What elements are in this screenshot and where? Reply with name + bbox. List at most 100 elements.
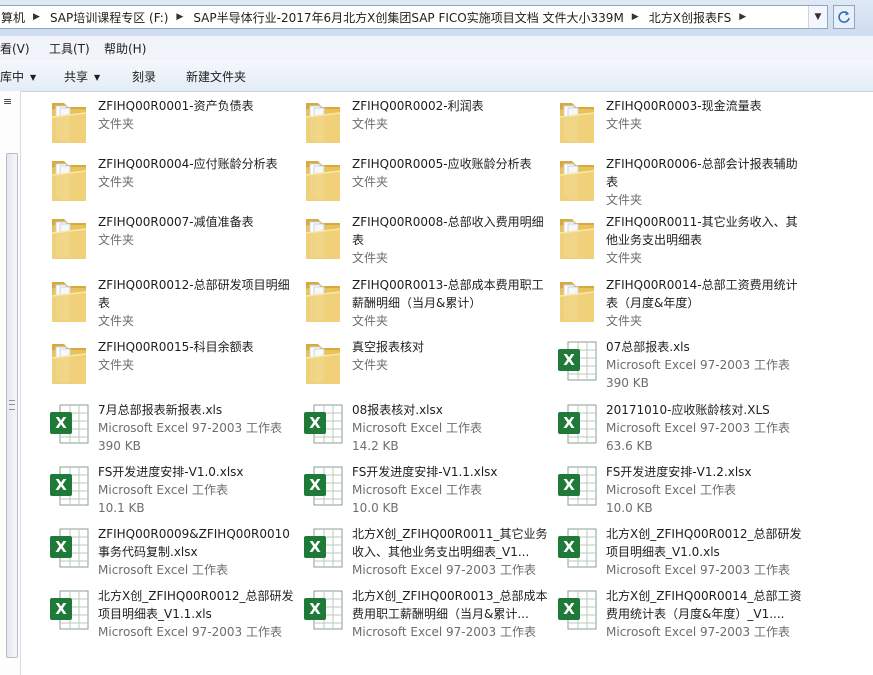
excel-icon: X [554,338,602,386]
excel-icon: X [46,525,94,573]
folder-item[interactable]: ZFIHQ00R0003-现金流量表 文件夹 [554,97,804,155]
file-name: ZFIHQ00R0008-总部收入费用明细表 [352,215,544,247]
excel-file-item[interactable]: X FS开发进度安排-V1.2.xlsx Microsoft Excel 工作表 10… [554,463,804,521]
file-type: Microsoft Excel 工作表 [98,483,229,497]
excel-icon: X [46,463,94,511]
excel-file-item[interactable]: X 08报表核对.xlsx Microsoft Excel 工作表 14.2 KB [300,401,550,459]
folder-icon [46,155,94,203]
breadcrumb-computer[interactable]: 算机 [0,9,27,26]
excel-icon: X [300,401,348,449]
file-type: Microsoft Excel 97-2003 工作表 [352,563,536,577]
folder-icon [46,338,94,386]
file-type: 文件夹 [352,358,389,372]
folder-item[interactable]: ZFIHQ00R0015-科目余额表 文件夹 [46,338,296,396]
file-name: 真空报表核对 [352,340,425,354]
folder-item[interactable]: ZFIHQ00R0002-利润表 文件夹 [300,97,550,155]
excel-file-item[interactable]: X FS开发进度安排-V1.0.xlsx Microsoft Excel 工作表 10… [46,463,296,521]
file-name: ZFIHQ00R0006-总部会计报表辅助表 [606,157,798,189]
breadcrumb-separator-icon[interactable]: ▶ [626,12,647,22]
navigation-scrollbar[interactable] [6,153,18,658]
excel-file-item[interactable]: X 北方X创_ZFIHQ00R0012_总部研发项目明细表_V1.1.xls Mic… [46,587,296,645]
burn-button[interactable]: 刻录 [132,68,156,85]
excel-file-item[interactable]: X 07总部报表.xls Microsoft Excel 97-2003 工作表 39… [554,338,804,396]
file-size: 10.0 KB [352,501,399,515]
excel-icon: X [554,401,602,449]
folder-item[interactable]: 真空报表核对 文件夹 [300,338,550,396]
file-name: ZFIHQ00R0001-资产负债表 [98,99,254,113]
address-history-dropdown-icon[interactable]: ▼ [808,6,827,28]
excel-file-item[interactable]: X 北方X创_ZFIHQ00R0014_总部工资费用统计表（月度&年度）_V1..… [554,587,804,645]
new-folder-button[interactable]: 新建文件夹 [186,68,246,85]
refresh-button[interactable] [833,5,855,29]
svg-text:X: X [55,476,67,494]
file-name: ZFIHQ00R0009&ZFIHQ00R0010事务代码复制.xlsx [98,527,290,559]
folder-icon [46,213,94,261]
file-type: Microsoft Excel 工作表 [352,483,483,497]
folder-icon [300,276,348,324]
folder-item[interactable]: ZFIHQ00R0012-总部研发项目明细表 文件夹 [46,276,296,334]
file-type: 文件夹 [352,314,389,328]
breadcrumb-separator-icon[interactable]: ▶ [27,12,48,22]
menu-help[interactable]: 帮助(H) [104,40,146,57]
file-size: 14.2 KB [352,439,399,453]
breadcrumb-separator-icon[interactable]: ▶ [733,12,754,22]
file-name: ZFIHQ00R0014-总部工资费用统计表（月度&年度） [606,278,798,310]
library-button[interactable]: 库中 ▼ [0,68,36,85]
folder-icon [554,97,602,145]
file-name: ZFIHQ00R0003-现金流量表 [606,99,762,113]
folder-item[interactable]: ZFIHQ00R0006-总部会计报表辅助表文件夹 [554,155,804,213]
svg-text:X: X [309,414,321,432]
breadcrumb-separator-icon[interactable]: ▶ [170,12,191,22]
file-type: Microsoft Excel 工作表 [606,483,737,497]
breadcrumb-current[interactable]: 北方X创报表FS [647,9,734,26]
svg-text:X: X [55,538,67,556]
file-type: Microsoft Excel 97-2003 工作表 [606,625,790,639]
menu-view[interactable]: 看(V) [0,40,30,57]
folder-item[interactable]: ZFIHQ00R0007-减值准备表 文件夹 [46,213,296,271]
excel-file-item[interactable]: X 北方X创_ZFIHQ00R0013_总部成本费用职工薪酬明细（当月&累计...… [300,587,550,645]
file-name: ZFIHQ00R0007-减值准备表 [98,215,254,229]
address-bar[interactable]: 算机 ▶ SAP培训课程专区 (F:) ▶ SAP半导体行业-2017年6月北方… [0,5,828,29]
excel-file-item[interactable]: X FS开发进度安排-V1.1.xlsx Microsoft Excel 工作表 10… [300,463,550,521]
file-type: 文件夹 [606,193,643,207]
file-name: ZFIHQ00R0012-总部研发项目明细表 [98,278,290,310]
excel-file-item[interactable]: X 北方X创_ZFIHQ00R0012_总部研发项目明细表_V1.0.xls Mic… [554,525,804,583]
excel-icon: X [554,587,602,635]
chevron-down-icon: ▼ [94,73,101,82]
folder-icon [300,155,348,203]
folder-item[interactable]: ZFIHQ00R0013-总部成本费用职工薪酬明细（当月&累计） 文件夹 [300,276,550,334]
excel-file-item[interactable]: X ZFIHQ00R0009&ZFIHQ00R0010事务代码复制.xlsx Mic… [46,525,296,583]
excel-icon: X [300,587,348,635]
file-name: ZFIHQ00R0005-应收账龄分析表 [352,157,532,171]
folder-item[interactable]: ZFIHQ00R0014-总部工资费用统计表（月度&年度） 文件夹 [554,276,804,334]
folder-item[interactable]: ZFIHQ00R0011-其它业务收入、其他业务支出明细表 文件夹 [554,213,804,271]
folder-icon [554,276,602,324]
breadcrumb-project[interactable]: SAP半导体行业-2017年6月北方X创集团SAP FICO实施项目文档 文件大… [191,9,625,26]
folder-item[interactable]: ZFIHQ00R0001-资产负债表 文件夹 [46,97,296,155]
excel-icon: X [46,587,94,635]
file-type: 文件夹 [98,358,135,372]
svg-text:X: X [55,414,67,432]
folder-item[interactable]: ZFIHQ00R0004-应付账龄分析表 文件夹 [46,155,296,213]
folder-item[interactable]: ZFIHQ00R0005-应收账龄分析表 文件夹 [300,155,550,213]
share-button[interactable]: 共享 ▼ [64,68,100,85]
menu-tools[interactable]: 工具(T) [49,40,90,57]
pane-scroll-icon[interactable]: ≡ [3,95,12,108]
folder-item[interactable]: ZFIHQ00R0008-总部收入费用明细表 文件夹 [300,213,550,271]
refresh-icon [838,11,850,23]
breadcrumb-drive[interactable]: SAP培训课程专区 (F:) [48,9,170,26]
excel-file-item[interactable]: X 北方X创_ZFIHQ00R0011_其它业务收入、其他业务支出明细表_V1..… [300,525,550,583]
file-name: 北方X创_ZFIHQ00R0012_总部研发项目明细表_V1.1.xls [98,589,294,621]
file-name: 北方X创_ZFIHQ00R0012_总部研发项目明细表_V1.0.xls [606,527,802,559]
file-type: 文件夹 [606,117,643,131]
file-type: 文件夹 [98,175,135,189]
file-name: FS开发进度安排-V1.2.xlsx [606,465,752,479]
file-name: FS开发进度安排-V1.1.xlsx [352,465,498,479]
file-name: ZFIHQ00R0015-科目余额表 [98,340,254,354]
excel-file-item[interactable]: X 7月总部报表新报表.xls Microsoft Excel 97-2003 工作… [46,401,296,459]
file-size: 390 KB [606,376,649,390]
file-type: Microsoft Excel 97-2003 工作表 [98,625,282,639]
excel-file-item[interactable]: X 20171010-应收账龄核对.XLS Microsoft Excel 97-2… [554,401,804,459]
file-name: FS开发进度安排-V1.0.xlsx [98,465,244,479]
file-type: 文件夹 [352,175,389,189]
